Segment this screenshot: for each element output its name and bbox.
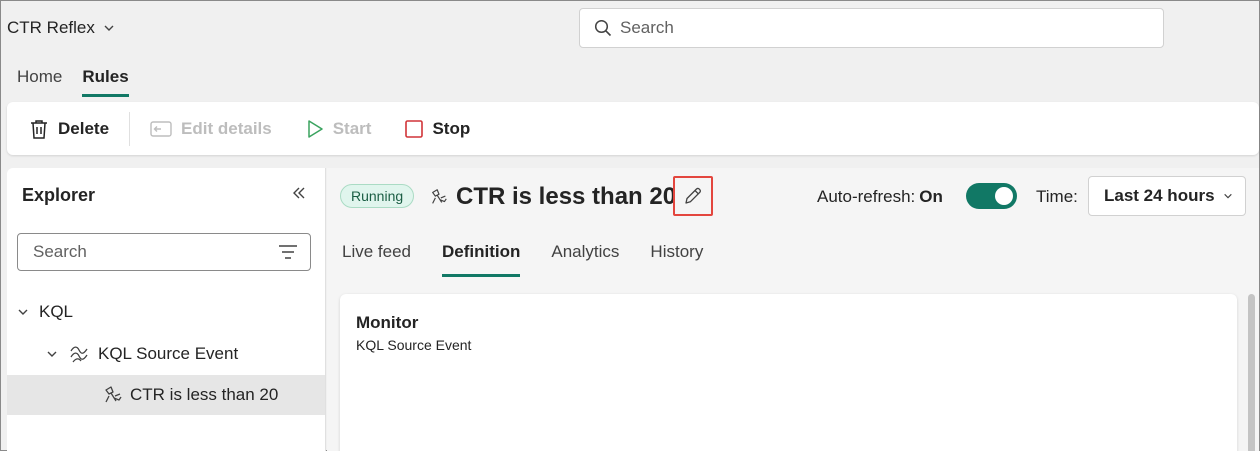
filter-icon[interactable] xyxy=(278,244,298,260)
tab-rules[interactable]: Rules xyxy=(82,67,129,97)
rule-detail-pane: Running CTR is less than 20 Auto-refresh… xyxy=(327,168,1259,451)
collapse-panel-icon[interactable] xyxy=(291,185,307,201)
explorer-title: Explorer xyxy=(22,185,96,205)
event-stream-icon xyxy=(70,346,88,363)
app-switcher[interactable]: CTR Reflex xyxy=(7,18,115,38)
chevron-down-icon xyxy=(1223,193,1232,199)
rule-icon xyxy=(432,189,447,204)
nav-tabs: Home Rules xyxy=(17,67,129,97)
trash-icon xyxy=(31,119,47,139)
status-badge: Running xyxy=(340,184,415,208)
edit-details-button[interactable]: Edit details xyxy=(150,119,272,139)
chevron-down-icon xyxy=(104,25,114,31)
chevron-down-icon[interactable] xyxy=(17,306,29,318)
tree-item-kql[interactable]: KQL xyxy=(7,292,325,332)
edit-name-button[interactable] xyxy=(673,176,713,216)
chevron-down-icon[interactable] xyxy=(46,348,58,360)
tree-item-label: KQL xyxy=(39,302,74,321)
autorefresh-text: Auto-refresh: xyxy=(817,187,916,206)
tab-home[interactable]: Home xyxy=(17,67,62,97)
search-icon xyxy=(594,19,612,37)
stop-icon xyxy=(405,119,424,138)
tree-item-kql-source-event[interactable]: KQL Source Event xyxy=(7,334,325,374)
rule-tabs: Live feed Definition Analytics History xyxy=(342,242,703,277)
explorer-panel: Explorer KQL KQL Source Event CTR is les… xyxy=(7,168,326,451)
autorefresh-toggle[interactable] xyxy=(966,183,1017,209)
tab-live-feed[interactable]: Live feed xyxy=(342,242,411,277)
app-title: CTR Reflex xyxy=(7,18,95,37)
pencil-icon xyxy=(685,187,701,204)
monitor-card: Monitor KQL Source Event xyxy=(340,294,1237,451)
explorer-search-input[interactable] xyxy=(33,242,263,262)
play-icon xyxy=(307,119,323,138)
search-input[interactable] xyxy=(620,18,1120,38)
start-button[interactable]: Start xyxy=(306,118,372,139)
ribbon-toolbar: Delete Edit details Start Stop xyxy=(7,102,1259,155)
global-search[interactable] xyxy=(579,8,1164,48)
stop-label: Stop xyxy=(432,118,471,138)
tab-history[interactable]: History xyxy=(650,242,703,277)
vertical-scrollbar[interactable] xyxy=(1248,294,1255,451)
tab-definition[interactable]: Definition xyxy=(442,242,521,277)
tab-analytics[interactable]: Analytics xyxy=(551,242,619,277)
tree-item-ctr-rule[interactable]: CTR is less than 20 xyxy=(7,375,325,415)
explorer-search[interactable] xyxy=(17,233,311,271)
autorefresh-label: Auto-refresh: On xyxy=(817,187,943,207)
time-range-dropdown[interactable]: Last 24 hours xyxy=(1088,176,1246,216)
time-range-value: Last 24 hours xyxy=(1104,186,1215,205)
autorefresh-value: On xyxy=(919,187,943,206)
top-bar: CTR Reflex xyxy=(1,1,1259,61)
time-label: Time: xyxy=(1036,187,1078,206)
edit-details-label: Edit details xyxy=(181,118,272,138)
toolbar-divider xyxy=(129,111,131,146)
page-title: CTR is less than 20 xyxy=(456,183,677,210)
delete-label: Delete xyxy=(58,118,110,138)
edit-details-icon xyxy=(150,120,172,137)
monitor-source: KQL Source Event xyxy=(356,337,472,353)
start-label: Start xyxy=(332,118,372,138)
stop-button[interactable]: Stop xyxy=(405,119,470,139)
tree-item-label: KQL Source Event xyxy=(98,344,239,363)
rule-icon xyxy=(105,386,122,403)
monitor-title: Monitor xyxy=(356,313,419,332)
tree-item-label: CTR is less than 20 xyxy=(130,385,279,404)
delete-button[interactable]: Delete xyxy=(29,118,109,140)
